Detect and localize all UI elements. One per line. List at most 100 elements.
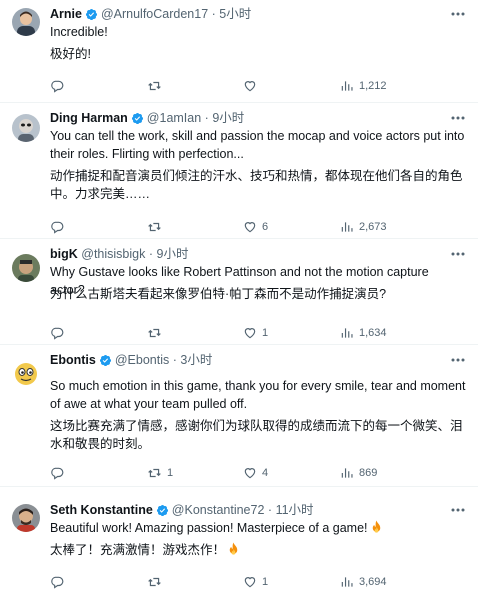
view-count: 1,212 [359,80,387,92]
user-handle[interactable]: @Konstantine72 [172,503,265,517]
timestamp[interactable]: 11小时 [276,503,314,517]
avatar[interactable] [12,8,40,36]
more-options-icon[interactable] [450,353,466,367]
avatar[interactable] [12,114,40,142]
action-bar: 6 2,673 [50,218,466,236]
view-count: 869 [359,467,378,479]
views-icon [340,220,354,234]
verified-badge-icon [156,504,169,519]
tweet-header: Arnie @ArnulfoCarden17 · 5小时 [50,5,448,23]
tweet-ebontis[interactable]: Ebontis @Ebontis · 3小时 So much emotion in… [0,346,478,487]
like-button[interactable]: 4 [243,464,268,482]
tweet-text-translation: 极好的! [50,47,91,61]
views-icon [340,79,354,93]
timestamp[interactable]: 9小时 [212,111,244,125]
views-button[interactable]: 869 [340,464,377,482]
more-options-icon[interactable] [450,247,466,261]
retweet-icon [147,79,162,93]
retweet-icon [147,575,162,589]
tweet-text-english: Beautiful work! Amazing passion! Masterp… [50,519,466,539]
views-icon [340,466,354,480]
tweet-text-english: You can tell the work, skill and passion… [50,129,465,161]
views-icon [340,575,354,589]
display-name[interactable]: Ding Harman [50,111,128,125]
separator: · [267,503,273,517]
tweet-text-translation: 太棒了！充满激情！游戏杰作！ [50,541,466,561]
more-options-icon[interactable] [450,7,466,21]
views-button[interactable]: 1,212 [340,77,387,95]
view-count: 1,634 [359,327,387,339]
like-count: 1 [262,576,269,588]
retweet-button[interactable]: 1 [147,464,173,482]
action-bar: 1 1,634 [50,324,466,342]
separator: · [172,353,177,367]
tweet-header: Ebontis @Ebontis · 3小时 [50,351,448,369]
retweet-button[interactable] [147,324,167,342]
reply-button[interactable] [50,324,69,342]
user-handle[interactable]: @1amIan [147,111,201,125]
action-bar: 1 3,694 [50,573,466,591]
views-button[interactable]: 2,673 [340,218,387,236]
reply-button[interactable] [50,218,69,236]
fire-emoji-icon [370,520,383,539]
action-bar: 1 4 869 [50,464,466,482]
like-button[interactable]: 1 [243,324,268,342]
tweet-text-english-content: Beautiful work! Amazing passion! Masterp… [50,521,368,535]
tweet-arnie[interactable]: Arnie @ArnulfoCarden17 · 5小时 Incredible! … [0,0,478,103]
display-name[interactable]: Arnie [50,7,82,21]
verified-badge-icon [99,354,112,369]
display-name[interactable]: Seth Konstantine [50,503,153,517]
reply-button[interactable] [50,573,69,591]
like-button[interactable]: 6 [243,218,268,236]
tweet-ding-harman[interactable]: Ding Harman @1amIan · 9小时 You can tell th… [0,104,478,239]
reply-icon [50,79,64,93]
display-name[interactable]: Ebontis [50,353,96,367]
like-icon [243,466,257,480]
like-button[interactable] [243,77,262,95]
view-count: 3,694 [359,576,387,588]
display-name[interactable]: bigK [50,247,78,261]
verified-badge-icon [131,112,144,127]
retweet-button[interactable] [147,77,167,95]
fire-emoji-icon [227,542,240,561]
separator: · [204,111,209,125]
more-options-icon[interactable] [450,503,466,517]
timestamp[interactable]: 9小时 [157,247,189,261]
tweet-bigk[interactable]: bigK @thisisbigk · 9小时 Why Gustave looks… [0,240,478,345]
views-button[interactable]: 1,634 [340,324,387,342]
tweet-header: Seth Konstantine @Konstantine72 · 11小时 [50,501,448,519]
tweet-text-translation: 这场比赛充满了情感，感谢你们为球队取得的成绩而流下的每一个微笑、泪水和敬畏的时刻… [50,419,463,451]
tweet-header: Ding Harman @1amIan · 9小时 [50,109,448,127]
tweet-text-english: Incredible! [50,25,108,39]
like-count: 6 [262,221,269,233]
tweet-text-english: So much emotion in this game, thank you … [50,379,466,411]
user-handle[interactable]: @thisisbigk [81,247,145,261]
views-icon [340,326,354,340]
avatar[interactable] [12,360,40,388]
like-icon [243,79,257,93]
user-handle[interactable]: @Ebontis [115,353,169,367]
reply-icon [50,575,64,589]
tweet-seth-konstantine[interactable]: Seth Konstantine @Konstantine72 · 11小时 Be… [0,488,478,599]
retweet-icon [147,326,162,340]
timestamp[interactable]: 3小时 [180,353,212,367]
separator: · [211,7,216,21]
retweet-button[interactable] [147,218,167,236]
views-button[interactable]: 3,694 [340,573,387,591]
timestamp[interactable]: 5小时 [219,7,251,21]
like-icon [243,326,257,340]
reply-button[interactable] [50,77,69,95]
retweet-count: 1 [167,467,174,479]
reply-icon [50,326,64,340]
like-button[interactable]: 1 [243,573,268,591]
avatar[interactable] [12,254,40,282]
action-bar: 1,212 [50,77,466,95]
more-options-icon[interactable] [450,111,466,125]
reply-icon [50,220,64,234]
like-count: 1 [262,327,269,339]
reply-feed: Arnie @ArnulfoCarden17 · 5小时 Incredible! … [0,0,478,599]
user-handle[interactable]: @ArnulfoCarden17 [101,7,208,21]
reply-button[interactable] [50,464,69,482]
avatar[interactable] [12,504,40,532]
retweet-button[interactable] [147,573,167,591]
